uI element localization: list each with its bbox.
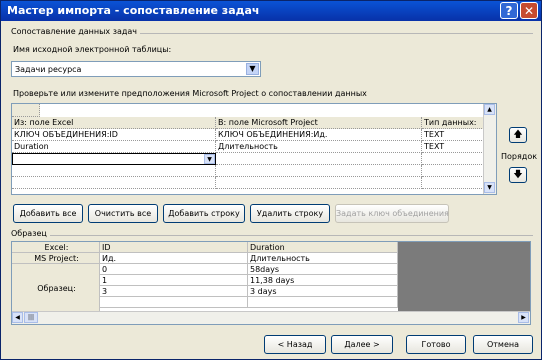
move-up-button[interactable]: 🡅 [509,127,527,143]
table-cell [422,165,484,177]
merge-key-button: Задать ключ объединения [335,204,449,223]
move-down-button[interactable]: 🡇 [509,167,527,183]
add-row-button[interactable]: Добавить строку [163,204,245,223]
table-cell[interactable] [216,165,422,177]
table-cell [422,177,484,189]
sample-cell [248,297,398,308]
sample-horizontal-scrollbar[interactable]: ◀ ||| ▶ [12,311,530,324]
column-header-excel: Из: поле Excel [12,117,216,129]
table-cell[interactable]: КЛЮЧ ОБЪЕДИНЕНИЯ:ID [12,129,216,141]
add-all-button[interactable]: Добавить все [13,204,83,223]
table-cell[interactable] [216,177,422,189]
clear-all-button[interactable]: Очистить все [88,204,158,223]
table-cell[interactable] [12,177,216,189]
source-sheet-label: Имя исходной электронной таблицы: [13,45,172,54]
sample-cell: Duration [248,242,398,253]
table-cell[interactable] [12,165,216,177]
sample-cell: 0 [100,264,248,275]
mapping-group-label: Сопоставление данных задач [8,27,141,36]
sample-cell: Длительность [248,253,398,264]
sample-cell: 3 days [248,286,398,297]
scroll-thumb[interactable]: ||| [24,312,38,323]
mapping-table: Из: поле Excel В: поле Microsoft Project… [11,103,497,195]
mapping-vertical-scrollbar[interactable]: ▲ ▼ [483,104,496,194]
finish-button[interactable]: Готово [406,335,466,354]
scroll-down-icon[interactable]: ▼ [484,182,495,193]
window-title: Мастер импорта - сопоставление задач [7,4,260,17]
title-bar: Мастер импорта - сопоставление задач ? ✕ [1,1,541,21]
sample-row-label: Образец: [12,264,100,313]
sample-row-label: MS Project: [12,253,100,264]
sample-cell: ID [100,242,248,253]
sample-row-label: Excel: [12,242,100,253]
next-button[interactable]: Далее > [331,335,393,354]
column-header-type: Тип данных: [422,117,484,129]
chevron-down-icon[interactable]: ▼ [204,154,215,164]
column-header-project: В: поле Microsoft Project [216,117,422,129]
active-cell-dropdown[interactable] [12,153,216,165]
unused-area [398,242,530,313]
sample-group-label: Образец [8,229,50,238]
table-cell: TEXT [422,141,484,153]
cancel-button[interactable]: Отмена [473,335,533,354]
table-cell: TEXT [422,129,484,141]
sample-preview-table: Excel: MS Project: Образец: ID Ид. 0 1 3… [11,241,531,325]
sample-cell: 11,38 days [248,275,398,286]
verify-mapping-label: Проверьте или измените предположения Mic… [13,89,367,98]
source-sheet-value: Задачи ресурса [15,65,82,74]
table-cell[interactable]: КЛЮЧ ОБЪЕДИНЕНИЯ:Ид. [216,129,422,141]
table-corner [12,104,40,117]
sample-cell: 3 [100,286,248,297]
table-cell[interactable] [216,153,422,165]
order-label: Порядок [501,152,538,161]
scroll-right-icon[interactable]: ▶ [518,312,529,323]
help-button[interactable]: ? [500,2,518,19]
close-button[interactable]: ✕ [520,2,538,19]
source-sheet-dropdown[interactable]: Задачи ресурса ▼ [11,61,261,77]
table-cell[interactable]: Длительность [216,141,422,153]
sample-cell: 58days [248,264,398,275]
sample-cell [100,297,248,308]
sample-group [9,235,533,236]
sample-cell: Ид. [100,253,248,264]
import-wizard-window: Мастер импорта - сопоставление задач ? ✕… [0,0,542,360]
scroll-left-icon[interactable]: ◀ [12,312,23,323]
table-cell[interactable]: Duration [12,141,216,153]
sample-cell: 1 [100,275,248,286]
delete-row-button[interactable]: Удалить строку [250,204,330,223]
chevron-down-icon[interactable]: ▼ [246,63,259,75]
back-button[interactable]: < Назад [264,335,326,354]
scroll-up-icon[interactable]: ▲ [484,104,495,115]
table-cell [422,153,484,165]
